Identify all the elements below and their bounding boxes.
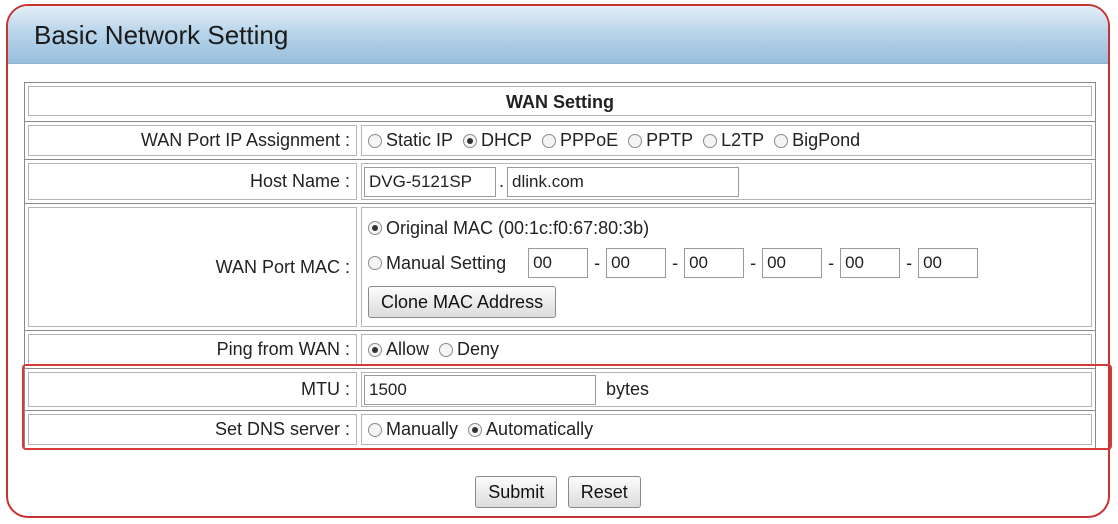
radio-pppoe[interactable]: PPPoE xyxy=(542,130,618,151)
host-name-input[interactable]: DVG-5121SP xyxy=(364,166,496,197)
radio-icon[interactable] xyxy=(368,256,382,270)
mac-octet-input[interactable]: 00 xyxy=(762,248,823,278)
radio-allow[interactable]: Allow xyxy=(368,339,429,360)
mac-octet-input[interactable]: 00 xyxy=(918,248,979,278)
radio-pptp[interactable]: PPTP xyxy=(628,130,693,151)
wan-mac-options: Original MAC (00:1c:f0:67:80:3b) Manual … xyxy=(361,207,1092,327)
ping-label: Ping from WAN : xyxy=(28,334,357,365)
ping-options: Allow Deny xyxy=(361,334,1092,365)
radio-dhcp[interactable]: DHCP xyxy=(463,130,532,151)
section-header: WAN Setting xyxy=(28,86,1092,116)
mac-octet-input[interactable]: 00 xyxy=(684,248,745,278)
mtu-row: MTU : 1500 bytes xyxy=(24,368,1096,410)
radio-icon[interactable] xyxy=(368,133,382,148)
dns-row: Set DNS server : Manually Automatically xyxy=(24,410,1096,448)
mac-dash: - xyxy=(594,252,601,273)
radio-static-ip[interactable]: Static IP xyxy=(368,130,453,151)
table-header-row: WAN Setting xyxy=(24,83,1096,121)
dns-options: Manually Automatically xyxy=(361,414,1092,445)
reset-button[interactable]: Reset xyxy=(567,476,641,508)
mac-dash: - xyxy=(750,252,757,273)
mac-dash: - xyxy=(906,252,913,273)
host-name-row: Host Name : DVG-5121SP . dlink.com xyxy=(24,159,1096,203)
wan-ip-label: WAN Port IP Assignment : xyxy=(28,125,357,156)
host-separator: . xyxy=(499,171,505,191)
radio-icon[interactable] xyxy=(703,133,718,148)
mac-octet-input[interactable]: 00 xyxy=(528,248,589,278)
mac-dash: - xyxy=(828,252,835,273)
form-actions: Submit Reset xyxy=(8,476,1108,508)
radio-selected-icon[interactable] xyxy=(468,422,483,437)
wan-mac-label: WAN Port MAC : xyxy=(28,207,357,327)
manual-mac-option: Manual Setting 00 - 00 - 00 - 00 - 00 - … xyxy=(368,243,979,283)
clone-mac-button[interactable]: Clone MAC Address xyxy=(368,286,557,318)
settings-panel: Basic Network Setting WAN Setting WAN Po… xyxy=(6,4,1110,518)
original-mac-option: Original MAC (00:1c:f0:67:80:3b) xyxy=(368,213,659,243)
clone-row: Clone MAC Address xyxy=(368,283,557,321)
wan-setting-table: WAN Setting WAN Port IP Assignment : Sta… xyxy=(24,82,1096,449)
domain-input[interactable]: dlink.com xyxy=(507,166,740,197)
host-name-label: Host Name : xyxy=(28,163,357,200)
radio-original-mac[interactable]: Original MAC (00:1c:f0:67:80:3b) xyxy=(368,218,649,239)
radio-l2tp[interactable]: L2TP xyxy=(703,130,764,151)
radio-manual-mac[interactable]: Manual Setting xyxy=(368,253,506,274)
wan-ip-options: Static IP DHCP PPPoE PPTP L2TP BigPond xyxy=(361,125,1092,156)
radio-icon[interactable] xyxy=(774,133,789,148)
mtu-unit: bytes xyxy=(606,379,650,399)
radio-dns-manual[interactable]: Manually xyxy=(368,419,458,440)
radio-deny[interactable]: Deny xyxy=(439,339,499,360)
radio-icon[interactable] xyxy=(439,342,454,357)
page-title: Basic Network Setting xyxy=(34,20,289,50)
mac-dash: - xyxy=(672,252,679,273)
ping-row: Ping from WAN : Allow Deny xyxy=(24,330,1096,368)
wan-ip-row: WAN Port IP Assignment : Static IP DHCP … xyxy=(24,121,1096,159)
radio-icon[interactable] xyxy=(542,133,557,148)
submit-button[interactable]: Submit xyxy=(475,476,558,508)
radio-bigpond[interactable]: BigPond xyxy=(774,130,860,151)
wan-mac-row: WAN Port MAC : Original MAC (00:1c:f0:67… xyxy=(24,203,1096,330)
mac-octet-input[interactable]: 00 xyxy=(606,248,667,278)
title-bar: Basic Network Setting xyxy=(8,6,1108,64)
mtu-field: 1500 bytes xyxy=(361,372,1092,407)
mac-octet-input[interactable]: 00 xyxy=(840,248,901,278)
radio-icon[interactable] xyxy=(628,133,643,148)
dns-label: Set DNS server : xyxy=(28,414,357,445)
host-name-fields: DVG-5121SP . dlink.com xyxy=(361,163,1092,200)
radio-dns-auto[interactable]: Automatically xyxy=(468,419,593,440)
radio-selected-icon[interactable] xyxy=(463,133,478,148)
radio-selected-icon[interactable] xyxy=(368,342,382,357)
radio-selected-icon[interactable] xyxy=(368,221,382,235)
mtu-label: MTU : xyxy=(28,372,357,407)
radio-icon[interactable] xyxy=(368,422,382,437)
mtu-input[interactable]: 1500 xyxy=(364,374,596,405)
